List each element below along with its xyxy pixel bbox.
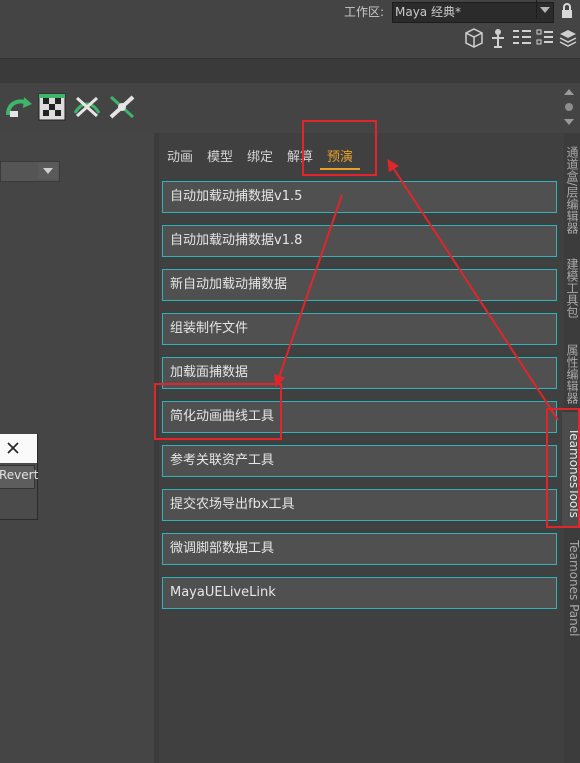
annotation-arrows <box>273 158 559 421</box>
